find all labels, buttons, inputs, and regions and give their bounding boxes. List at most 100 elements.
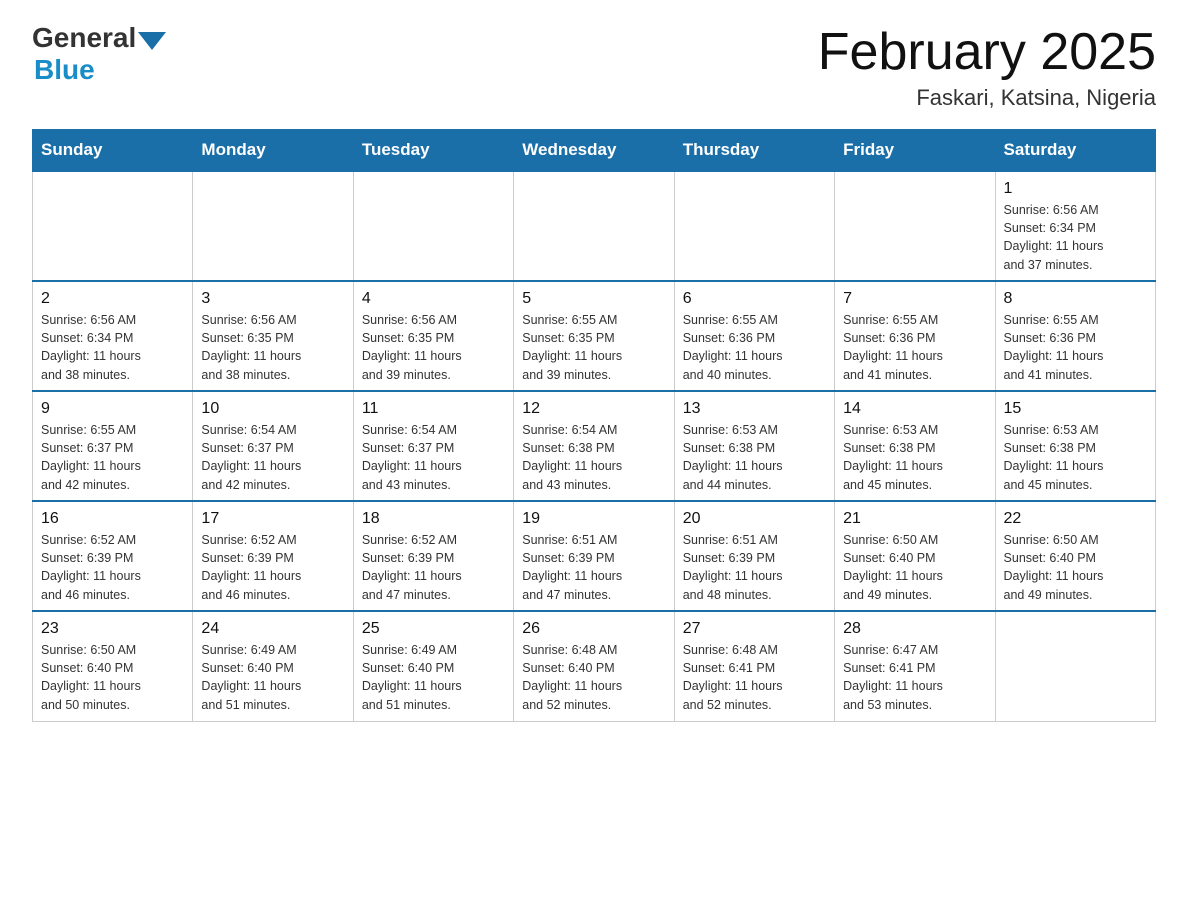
table-row: 25Sunrise: 6:49 AM Sunset: 6:40 PM Dayli… — [353, 611, 513, 721]
table-row: 9 Sunrise: 6:55 AM Sunset: 6:37 PM Daylig… — [33, 391, 193, 501]
header-tuesday: Tuesday — [353, 130, 513, 172]
day-info: Sunrise: 6:54 AM Sunset: 6:37 PM Dayligh… — [201, 421, 344, 494]
day-info: Sunrise: 6:49 AM Sunset: 6:40 PM Dayligh… — [201, 641, 344, 714]
day-number: 25 — [362, 620, 505, 638]
table-row: 16 Sunrise: 6:52 AM Sunset: 6:39 PM Dayli… — [33, 501, 193, 611]
header-friday: Friday — [835, 130, 995, 172]
logo-general-text: General — [32, 24, 136, 52]
table-row: 27 Sunrise: 6:48 AM Sunset: 6:41 PM Dayli… — [674, 611, 834, 721]
day-info: Sunrise: 6:56 AM Sunset: 6:35 PM Dayligh… — [201, 311, 344, 384]
table-row: 14 Sunrise: 6:53 AM Sunset: 6:38 PM Dayli… — [835, 391, 995, 501]
day-info: Sunrise: 6:55 AM Sunset: 6:35 PM Dayligh… — [522, 311, 665, 384]
day-number: 28 — [843, 620, 986, 638]
location-title: Faskari, Katsina, Nigeria — [818, 85, 1156, 111]
day-number: 14 — [843, 400, 986, 418]
day-info: Sunrise: 6:53 AM Sunset: 6:38 PM Dayligh… — [843, 421, 986, 494]
day-info: Sunrise: 6:56 AM Sunset: 6:34 PM Dayligh… — [1004, 201, 1147, 274]
day-info: Sunrise: 6:53 AM Sunset: 6:38 PM Dayligh… — [683, 421, 826, 494]
day-number: 8 — [1004, 290, 1147, 308]
header-wednesday: Wednesday — [514, 130, 674, 172]
calendar-week-row: 9 Sunrise: 6:55 AM Sunset: 6:37 PM Daylig… — [33, 391, 1156, 501]
day-number: 3 — [201, 290, 344, 308]
table-row: 1 Sunrise: 6:56 AM Sunset: 6:34 PM Daylig… — [995, 171, 1155, 281]
title-area: February 2025 Faskari, Katsina, Nigeria — [818, 24, 1156, 111]
table-row: 24 Sunrise: 6:49 AM Sunset: 6:40 PM Dayli… — [193, 611, 353, 721]
day-info: Sunrise: 6:48 AM Sunset: 6:41 PM Dayligh… — [683, 641, 826, 714]
table-row: 8 Sunrise: 6:55 AM Sunset: 6:36 PM Daylig… — [995, 281, 1155, 391]
table-row: 3 Sunrise: 6:56 AM Sunset: 6:35 PM Daylig… — [193, 281, 353, 391]
table-row: 18 Sunrise: 6:52 AM Sunset: 6:39 PM Dayli… — [353, 501, 513, 611]
day-info: Sunrise: 6:55 AM Sunset: 6:37 PM Dayligh… — [41, 421, 184, 494]
table-row: 4 Sunrise: 6:56 AM Sunset: 6:35 PM Daylig… — [353, 281, 513, 391]
day-info: Sunrise: 6:52 AM Sunset: 6:39 PM Dayligh… — [362, 531, 505, 604]
header-monday: Monday — [193, 130, 353, 172]
day-info: Sunrise: 6:53 AM Sunset: 6:38 PM Dayligh… — [1004, 421, 1147, 494]
table-row — [674, 171, 834, 281]
day-number: 16 — [41, 510, 184, 528]
table-row: 15Sunrise: 6:53 AM Sunset: 6:38 PM Dayli… — [995, 391, 1155, 501]
day-info: Sunrise: 6:50 AM Sunset: 6:40 PM Dayligh… — [1004, 531, 1147, 604]
day-number: 2 — [41, 290, 184, 308]
day-number: 10 — [201, 400, 344, 418]
table-row: 5Sunrise: 6:55 AM Sunset: 6:35 PM Daylig… — [514, 281, 674, 391]
days-header-row: Sunday Monday Tuesday Wednesday Thursday… — [33, 130, 1156, 172]
day-info: Sunrise: 6:54 AM Sunset: 6:38 PM Dayligh… — [522, 421, 665, 494]
day-number: 17 — [201, 510, 344, 528]
day-number: 24 — [201, 620, 344, 638]
day-number: 20 — [683, 510, 826, 528]
logo-arrow-icon — [138, 32, 166, 50]
day-number: 6 — [683, 290, 826, 308]
day-info: Sunrise: 6:52 AM Sunset: 6:39 PM Dayligh… — [41, 531, 184, 604]
day-number: 9 — [41, 400, 184, 418]
day-number: 7 — [843, 290, 986, 308]
table-row: 23 Sunrise: 6:50 AM Sunset: 6:40 PM Dayli… — [33, 611, 193, 721]
day-info: Sunrise: 6:50 AM Sunset: 6:40 PM Dayligh… — [41, 641, 184, 714]
day-number: 1 — [1004, 180, 1147, 198]
table-row: 26Sunrise: 6:48 AM Sunset: 6:40 PM Dayli… — [514, 611, 674, 721]
calendar-week-row: 1 Sunrise: 6:56 AM Sunset: 6:34 PM Daylig… — [33, 171, 1156, 281]
table-row: 12Sunrise: 6:54 AM Sunset: 6:38 PM Dayli… — [514, 391, 674, 501]
table-row: 20 Sunrise: 6:51 AM Sunset: 6:39 PM Dayli… — [674, 501, 834, 611]
calendar-week-row: 16 Sunrise: 6:52 AM Sunset: 6:39 PM Dayli… — [33, 501, 1156, 611]
table-row: 22 Sunrise: 6:50 AM Sunset: 6:40 PM Dayli… — [995, 501, 1155, 611]
table-row: 7 Sunrise: 6:55 AM Sunset: 6:36 PM Daylig… — [835, 281, 995, 391]
table-row — [353, 171, 513, 281]
day-number: 19 — [522, 510, 665, 528]
day-info: Sunrise: 6:51 AM Sunset: 6:39 PM Dayligh… — [522, 531, 665, 604]
calendar-week-row: 2 Sunrise: 6:56 AM Sunset: 6:34 PM Daylig… — [33, 281, 1156, 391]
day-number: 18 — [362, 510, 505, 528]
logo: General Blue — [32, 24, 166, 86]
table-row: 19 Sunrise: 6:51 AM Sunset: 6:39 PM Dayli… — [514, 501, 674, 611]
day-info: Sunrise: 6:47 AM Sunset: 6:41 PM Dayligh… — [843, 641, 986, 714]
calendar-week-row: 23 Sunrise: 6:50 AM Sunset: 6:40 PM Dayli… — [33, 611, 1156, 721]
day-number: 11 — [362, 400, 505, 418]
table-row — [995, 611, 1155, 721]
header-sunday: Sunday — [33, 130, 193, 172]
day-info: Sunrise: 6:55 AM Sunset: 6:36 PM Dayligh… — [1004, 311, 1147, 384]
day-info: Sunrise: 6:48 AM Sunset: 6:40 PM Dayligh… — [522, 641, 665, 714]
table-row: 28 Sunrise: 6:47 AM Sunset: 6:41 PM Dayli… — [835, 611, 995, 721]
day-info: Sunrise: 6:54 AM Sunset: 6:37 PM Dayligh… — [362, 421, 505, 494]
month-title: February 2025 — [818, 24, 1156, 81]
table-row: 2 Sunrise: 6:56 AM Sunset: 6:34 PM Daylig… — [33, 281, 193, 391]
table-row: 17Sunrise: 6:52 AM Sunset: 6:39 PM Dayli… — [193, 501, 353, 611]
table-row — [33, 171, 193, 281]
day-info: Sunrise: 6:56 AM Sunset: 6:34 PM Dayligh… — [41, 311, 184, 384]
day-info: Sunrise: 6:55 AM Sunset: 6:36 PM Dayligh… — [843, 311, 986, 384]
day-info: Sunrise: 6:56 AM Sunset: 6:35 PM Dayligh… — [362, 311, 505, 384]
table-row: 13Sunrise: 6:53 AM Sunset: 6:38 PM Dayli… — [674, 391, 834, 501]
day-number: 4 — [362, 290, 505, 308]
day-info: Sunrise: 6:55 AM Sunset: 6:36 PM Dayligh… — [683, 311, 826, 384]
table-row: 11 Sunrise: 6:54 AM Sunset: 6:37 PM Dayli… — [353, 391, 513, 501]
day-number: 22 — [1004, 510, 1147, 528]
logo-blue-text: Blue — [32, 54, 95, 86]
table-row — [835, 171, 995, 281]
table-row: 21 Sunrise: 6:50 AM Sunset: 6:40 PM Dayli… — [835, 501, 995, 611]
day-number: 23 — [41, 620, 184, 638]
day-info: Sunrise: 6:50 AM Sunset: 6:40 PM Dayligh… — [843, 531, 986, 604]
day-number: 21 — [843, 510, 986, 528]
table-row — [193, 171, 353, 281]
day-number: 27 — [683, 620, 826, 638]
day-info: Sunrise: 6:51 AM Sunset: 6:39 PM Dayligh… — [683, 531, 826, 604]
table-row: 6 Sunrise: 6:55 AM Sunset: 6:36 PM Daylig… — [674, 281, 834, 391]
